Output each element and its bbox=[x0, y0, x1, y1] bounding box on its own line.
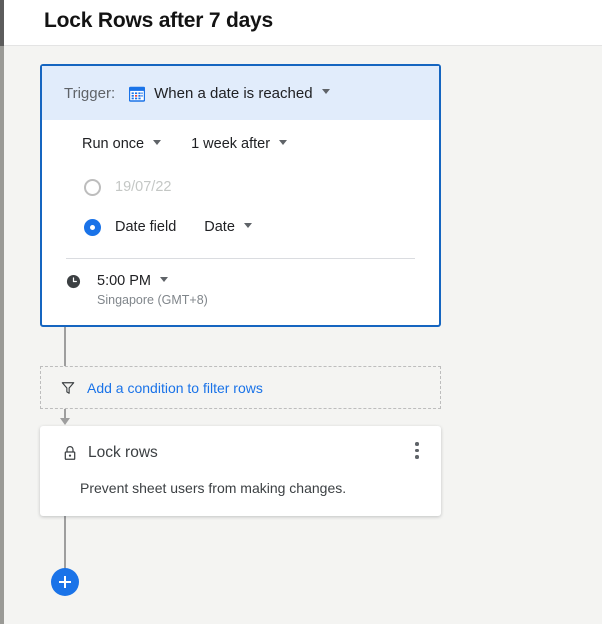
action-description: Prevent sheet users from making changes. bbox=[80, 480, 347, 496]
date-field-value: Date bbox=[204, 219, 235, 235]
clock-icon bbox=[66, 274, 81, 289]
offset-value: 1 week after bbox=[191, 136, 271, 152]
run-frequency-value: Run once bbox=[82, 136, 145, 152]
action-card-lock-rows: Lock rows Prevent sheet users from makin… bbox=[40, 426, 441, 516]
lock-icon bbox=[63, 445, 77, 461]
trigger-label: Trigger: bbox=[64, 84, 116, 102]
connector-action-to-add bbox=[64, 516, 66, 569]
chevron-down-icon bbox=[160, 276, 168, 282]
radio-date-field[interactable] bbox=[84, 218, 101, 236]
time-dropdown[interactable]: 5:00 PM bbox=[97, 273, 168, 289]
connector-arrowhead bbox=[60, 418, 70, 425]
workflow-canvas: Trigger: When a date is reached Run once… bbox=[4, 47, 602, 624]
date-field-dropdown[interactable]: Date bbox=[204, 219, 252, 235]
filter-icon bbox=[61, 381, 75, 395]
chevron-down-icon bbox=[243, 222, 252, 228]
kebab-dot bbox=[415, 448, 419, 452]
kebab-dot bbox=[415, 455, 419, 459]
time-value: 5:00 PM bbox=[97, 273, 151, 289]
date-option-row[interactable]: 19/07/22 bbox=[42, 170, 439, 204]
more-vertical-icon[interactable] bbox=[409, 442, 425, 462]
kebab-dot bbox=[415, 442, 419, 446]
date-field-label: Date field bbox=[115, 219, 177, 235]
trigger-body: Run once 1 week after 19/07/22 Date fiel… bbox=[42, 120, 439, 325]
automation-editor-screen: Lock Rows after 7 days Trigger: When a d… bbox=[0, 0, 602, 624]
timezone-label: Singapore (GMT+8) bbox=[97, 293, 208, 307]
chevron-down-icon bbox=[153, 139, 162, 145]
chevron-down-icon[interactable] bbox=[321, 88, 330, 94]
add-condition-box[interactable]: Add a condition to filter rows bbox=[40, 366, 441, 409]
trigger-card: Trigger: When a date is reached Run once… bbox=[40, 64, 441, 327]
chevron-down-icon bbox=[279, 139, 288, 145]
page-title: Lock Rows after 7 days bbox=[44, 9, 274, 32]
date-field-option-row[interactable]: Date field Date bbox=[42, 210, 439, 244]
action-title: Lock rows bbox=[88, 444, 158, 461]
trigger-time-row: 5:00 PM bbox=[42, 259, 439, 289]
trigger-type-value[interactable]: When a date is reached bbox=[154, 85, 312, 102]
specific-date-value: 19/07/22 bbox=[115, 179, 172, 195]
trigger-schedule-row: Run once 1 week after bbox=[42, 120, 439, 162]
run-frequency-dropdown[interactable]: Run once bbox=[82, 136, 162, 152]
title-bar: Lock Rows after 7 days bbox=[4, 0, 602, 46]
offset-dropdown[interactable]: 1 week after bbox=[191, 136, 288, 152]
radio-specific-date[interactable] bbox=[84, 178, 101, 196]
trigger-header: Trigger: When a date is reached bbox=[42, 66, 439, 120]
calendar-icon bbox=[128, 86, 146, 102]
add-step-button[interactable] bbox=[51, 568, 79, 596]
add-condition-label: Add a condition to filter rows bbox=[87, 379, 263, 396]
action-header: Lock rows bbox=[40, 426, 441, 462]
